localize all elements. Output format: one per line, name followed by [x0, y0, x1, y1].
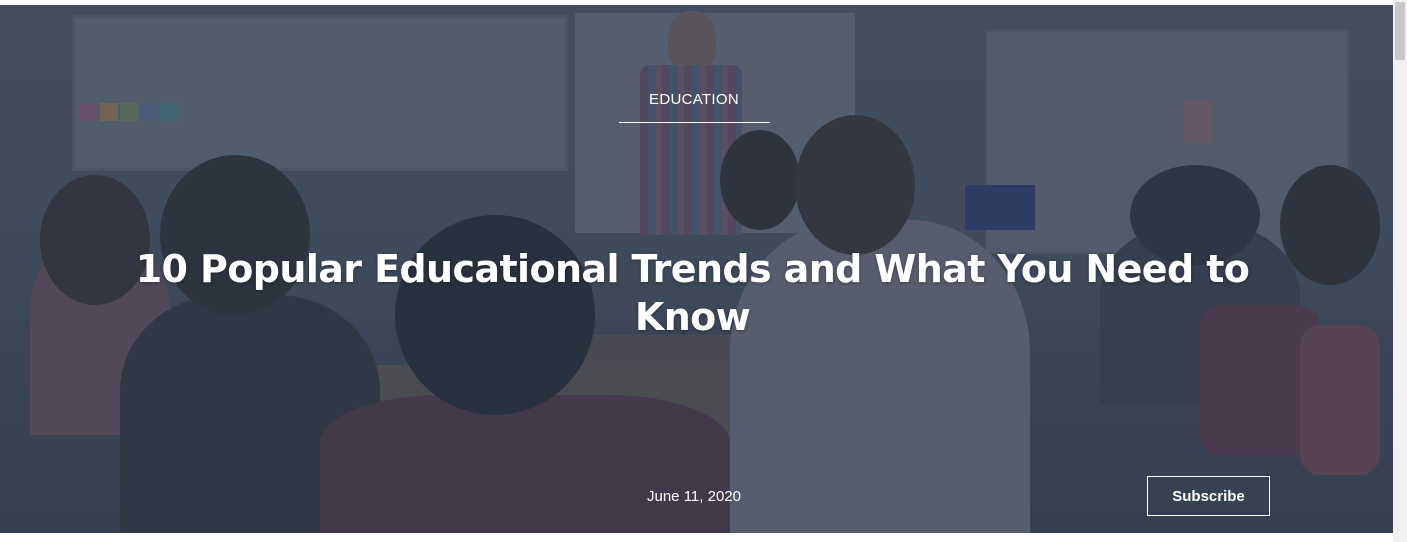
publish-date: June 11, 2020: [647, 488, 741, 505]
category-link[interactable]: EDUCATION: [619, 91, 769, 108]
subscribe-button[interactable]: Subscribe: [1147, 476, 1270, 516]
bottom-margin: [0, 533, 1393, 542]
article-title: 10 Popular Educational Trends and What Y…: [135, 247, 1250, 339]
scrollbar-thumb[interactable]: [1395, 2, 1405, 60]
page: EDUCATION 10 Popular Educational Trends …: [0, 0, 1407, 542]
article-hero: EDUCATION 10 Popular Educational Trends …: [0, 5, 1393, 533]
vertical-scrollbar[interactable]: [1393, 0, 1407, 542]
category-divider: [619, 122, 770, 123]
